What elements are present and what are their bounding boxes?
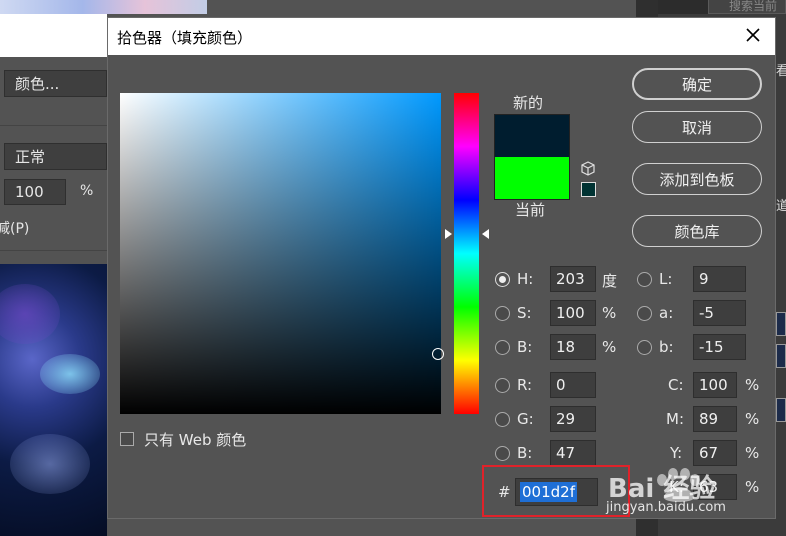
brightness-input[interactable]: 18: [550, 334, 596, 360]
saturation-brightness-field[interactable]: [120, 93, 441, 414]
red-radio[interactable]: [495, 378, 510, 393]
black-unit: %: [745, 478, 760, 496]
current-color-label: 当前: [515, 201, 546, 219]
new-color-swatch: [494, 114, 570, 157]
green-radio[interactable]: [495, 412, 510, 427]
red-input[interactable]: 0: [550, 372, 596, 398]
cyan-input[interactable]: 100: [693, 372, 737, 398]
a-channel-radio[interactable]: [637, 306, 652, 321]
right-panel-item[interactable]: 看: [776, 60, 786, 79]
cancel-button[interactable]: 取消: [632, 111, 762, 143]
magenta-unit: %: [745, 410, 760, 428]
magenta-input[interactable]: 89: [693, 406, 737, 432]
hex-input[interactable]: 001d2f: [515, 478, 598, 506]
hue-input[interactable]: 203: [550, 266, 596, 292]
web-colors-only-label[interactable]: 只有 Web 颜色: [144, 429, 246, 450]
saturation-input[interactable]: 100: [550, 300, 596, 326]
red-label: R:: [517, 376, 533, 394]
dialog-title: 拾色器（填充颜色）: [117, 29, 253, 47]
range-label[interactable]: 减(P): [0, 218, 29, 238]
top-white-area: [0, 14, 107, 57]
yellow-input[interactable]: 67: [693, 440, 737, 466]
opacity-unit: %: [80, 183, 94, 199]
opacity-input[interactable]: 100: [4, 179, 66, 205]
hue-unit: 度: [602, 272, 618, 290]
saturation-radio[interactable]: [495, 306, 510, 321]
right-panel-item[interactable]: 道: [776, 195, 786, 214]
hex-hash-label: #: [498, 483, 511, 501]
b-channel-label: b:: [659, 338, 674, 356]
brightness-label: B:: [517, 338, 533, 356]
add-to-swatches-button[interactable]: 添加到色板: [632, 163, 762, 195]
magenta-label: M:: [666, 410, 684, 428]
color-picker-cursor[interactable]: [432, 348, 444, 360]
lightness-label: L:: [659, 270, 673, 288]
a-channel-input[interactable]: -5: [693, 300, 746, 326]
layer-thumbnail[interactable]: [776, 398, 786, 422]
dialog-titlebar: 拾色器（填充颜色）: [108, 18, 775, 55]
blue-label: B:: [517, 444, 533, 462]
hue-slider[interactable]: [454, 93, 479, 414]
hue-radio[interactable]: [495, 272, 510, 287]
brightness-radio[interactable]: [495, 340, 510, 355]
ok-button[interactable]: 确定: [632, 68, 762, 100]
brightness-unit: %: [602, 338, 617, 356]
hue-slider-arrow-right[interactable]: [482, 229, 489, 239]
yellow-unit: %: [745, 444, 760, 462]
top-image-thumbnail: [0, 0, 207, 14]
close-icon[interactable]: [741, 23, 765, 47]
green-input[interactable]: 29: [550, 406, 596, 432]
yellow-label: Y:: [670, 444, 683, 462]
hue-slider-arrow-left[interactable]: [445, 229, 452, 239]
panel-divider: [0, 125, 107, 126]
color-picker-dialog: 拾色器（填充颜色） 新的 当前 确定 取消 添加到色板 颜色库 H: 203 度…: [107, 17, 776, 519]
lightness-radio[interactable]: [637, 272, 652, 287]
blue-radio[interactable]: [495, 446, 510, 461]
cyan-unit: %: [745, 376, 760, 394]
color-libraries-button[interactable]: 颜色库: [632, 215, 762, 247]
right-panel-search[interactable]: 搜索当前: [708, 0, 786, 14]
lightness-input[interactable]: 9: [693, 266, 746, 292]
web-safe-cube-icon[interactable]: [580, 161, 596, 177]
web-colors-only-checkbox[interactable]: [120, 432, 134, 446]
layer-thumbnail[interactable]: [776, 312, 786, 336]
new-color-label: 新的: [513, 94, 544, 112]
blend-mode-dropdown[interactable]: 正常: [4, 143, 107, 170]
canvas-image: [0, 264, 107, 536]
panel-divider: [0, 250, 107, 251]
current-color-swatch[interactable]: [494, 157, 570, 200]
b-channel-radio[interactable]: [637, 340, 652, 355]
hex-input-selected-text: 001d2f: [520, 482, 577, 502]
b-channel-input[interactable]: -15: [693, 334, 746, 360]
layer-thumbnail[interactable]: [776, 344, 786, 368]
hue-label: H:: [517, 270, 534, 288]
a-channel-label: a:: [659, 304, 674, 322]
web-safe-color-swatch[interactable]: [581, 182, 596, 197]
fill-type-dropdown[interactable]: 颜色...: [4, 70, 107, 97]
baidu-watermark-url: jingyan.baidu.com: [606, 500, 726, 515]
saturation-label: S:: [517, 304, 532, 322]
saturation-unit: %: [602, 304, 617, 322]
green-label: G:: [517, 410, 534, 428]
cyan-label: C:: [668, 376, 684, 394]
blue-input[interactable]: 47: [550, 440, 596, 466]
